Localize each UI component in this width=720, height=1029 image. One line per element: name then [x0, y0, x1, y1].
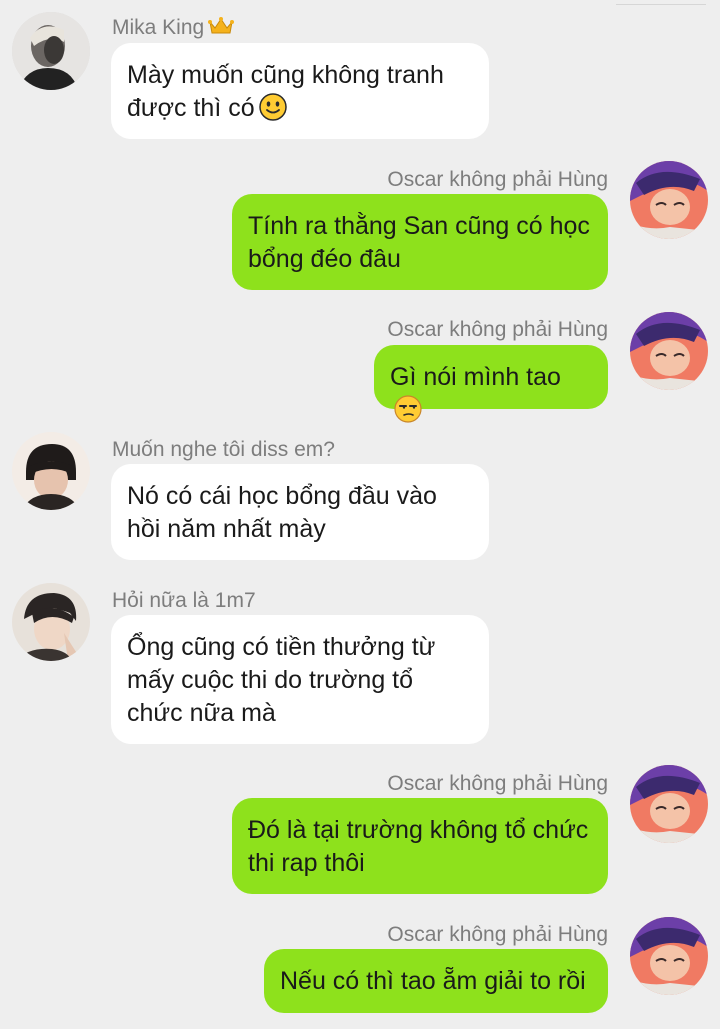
- message-line: mấy cuộc thi do trường tổ: [127, 666, 414, 694]
- message-line: chức nữa mà: [127, 699, 276, 727]
- message-line: được thì có: [127, 92, 473, 125]
- avatar-mika-king[interactable]: [12, 12, 90, 90]
- sender-name: Oscar không phải Hùng: [387, 772, 608, 795]
- message-line: Nếu có thì tao ẵm giải to rồi: [280, 967, 586, 995]
- sender-name: Oscar không phải Hùng: [387, 168, 608, 191]
- message-bubble-incoming[interactable]: Mày muốn cũng không tranh được thì có: [111, 43, 489, 139]
- message-bubble-outgoing[interactable]: Đó là tại trường không tổ chức thi rap t…: [232, 798, 608, 894]
- avatar-hoi-nua[interactable]: [12, 583, 90, 661]
- sender-name: Oscar không phải Hùng: [387, 923, 608, 946]
- message-line: bổng đéo đâu: [248, 245, 401, 273]
- message-line: Mày muốn cũng không tranh: [127, 61, 444, 89]
- sender-name: Mika King: [112, 15, 235, 41]
- message-bubble-outgoing[interactable]: Tính ra thằng San cũng có học bổng đéo đ…: [232, 194, 608, 290]
- message-line: Nó có cái học bổng đầu vào: [127, 482, 437, 510]
- avatar-oscar[interactable]: [630, 312, 708, 390]
- sender-name: Hỏi nữa là 1m7: [112, 589, 256, 612]
- slightly-smiling-face-icon: [258, 93, 287, 121]
- message-bubble-outgoing[interactable]: Nếu có thì tao ẵm giải to rồi: [264, 949, 608, 1013]
- message-line: Tính ra thằng San cũng có học: [248, 212, 590, 240]
- message-line: Ổng cũng có tiền thưởng từ: [127, 633, 436, 661]
- crown-icon: [208, 16, 235, 36]
- avatar-muon-nghe[interactable]: [12, 432, 90, 510]
- message-bubble-incoming[interactable]: Nó có cái học bổng đầu vào hồi năm nhất …: [111, 464, 489, 560]
- sender-name: Muốn nghe tôi diss em?: [112, 438, 335, 461]
- message-bubble-outgoing[interactable]: Gì nói mình tao: [374, 345, 608, 423]
- avatar-oscar[interactable]: [630, 161, 708, 239]
- message-line: hồi năm nhất mày: [127, 515, 326, 543]
- message-line: thi rap thôi: [248, 849, 365, 877]
- message-line: Đó là tại trường không tổ chức: [248, 816, 589, 844]
- unamused-face-icon: [394, 395, 422, 423]
- message-bubble-incoming[interactable]: Ổng cũng có tiền thưởng từ mấy cuộc thi …: [111, 615, 489, 744]
- top-edge-divider: [616, 0, 706, 5]
- avatar-oscar[interactable]: [630, 765, 708, 843]
- sender-name: Oscar không phải Hùng: [387, 318, 608, 341]
- avatar-oscar[interactable]: [630, 917, 708, 995]
- message-line: Gì nói mình tao: [390, 361, 592, 427]
